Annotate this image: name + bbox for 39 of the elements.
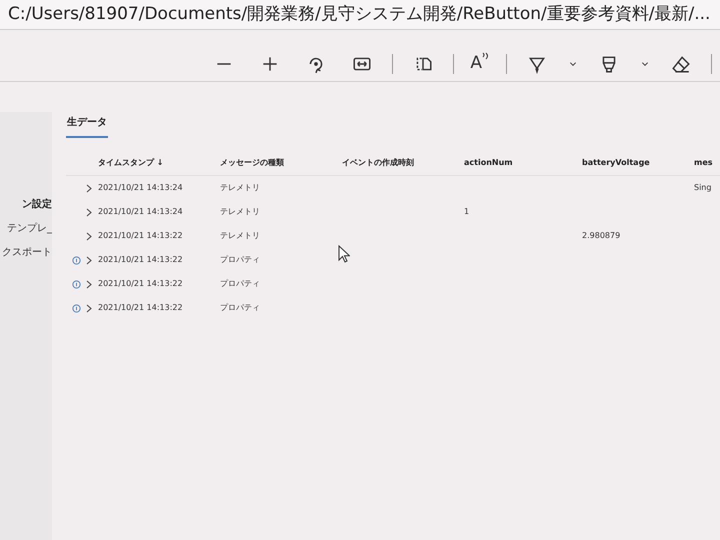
info-icon	[72, 256, 80, 264]
expand-chevron-icon[interactable]	[86, 256, 92, 264]
table-cell: プロパティ	[220, 278, 260, 290]
table-cell: テレメトリ	[220, 230, 260, 242]
sidebar-item[interactable]: テンプレ_	[7, 221, 52, 235]
tab[interactable]: 生データ	[66, 112, 108, 138]
column-header[interactable]: メッセージの種類	[220, 156, 284, 168]
table-cell: Sing	[694, 182, 712, 194]
column-header[interactable]: batteryVoltage	[582, 156, 650, 168]
table-cell: 2021/10/21 14:13:22	[98, 302, 183, 314]
column-header[interactable]: actionNum	[464, 156, 513, 168]
table-cell: テレメトリ	[220, 206, 260, 218]
mouse-pointer-icon	[338, 245, 350, 263]
column-header[interactable]: タイムスタンプ ↓	[98, 156, 164, 168]
table-cell: 2021/10/21 14:13:22	[98, 278, 183, 290]
expand-chevron-icon[interactable]	[86, 232, 92, 240]
file-path: C:/Users/81907/Documents/開発業務/見守システム開発/ReButton/重要参考資料/最新/...	[8, 2, 710, 26]
table-cell: 2021/10/21 14:13:22	[98, 254, 183, 266]
read-aloud-button[interactable]: A	[468, 50, 492, 76]
table-cell: テレメトリ	[220, 182, 260, 194]
expand-chevron-icon[interactable]	[86, 184, 92, 192]
info-icon	[72, 304, 80, 312]
expand-chevron-icon[interactable]	[86, 280, 92, 288]
expand-chevron-icon[interactable]	[86, 304, 92, 312]
column-header[interactable]: mes	[694, 156, 713, 168]
table-cell: 2.980879	[582, 230, 620, 242]
sound-wave-icon	[482, 50, 490, 61]
table-cell: プロパティ	[220, 302, 260, 314]
table-cell: 2021/10/21 14:13:24	[98, 206, 183, 218]
info-icon	[72, 280, 80, 288]
table-cell: 2021/10/21 14:13:24	[98, 182, 183, 194]
table-cell: 2021/10/21 14:13:22	[98, 230, 183, 242]
sidebar-item[interactable]: ン設定	[22, 197, 52, 211]
table-cell: プロパティ	[220, 254, 260, 266]
expand-chevron-icon[interactable]	[86, 208, 92, 216]
eraser-icon[interactable]	[671, 54, 691, 74]
sidebar-item[interactable]: クスポート	[2, 245, 52, 259]
table-cell: 1	[464, 206, 470, 218]
column-header[interactable]: イベントの作成時刻	[342, 156, 414, 168]
